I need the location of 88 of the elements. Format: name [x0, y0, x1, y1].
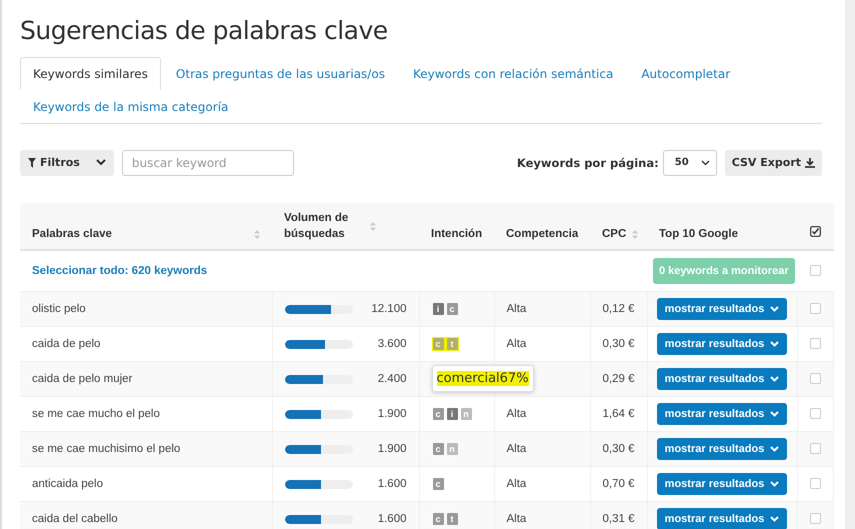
intent-badge: n	[446, 443, 458, 455]
cpc-cell: 0,30 €	[602, 443, 634, 455]
sort-icon[interactable]	[370, 222, 376, 230]
column-header: CPC	[602, 228, 626, 240]
chevron-icon	[700, 160, 710, 166]
chevron-icon	[770, 516, 780, 522]
show-results-button[interactable]: mostrar resultados	[656, 438, 788, 460]
csv-export-button[interactable]: CSV Export	[724, 150, 822, 176]
keyword-cell: caida de pelo mujer	[32, 373, 132, 385]
checkbox[interactable]	[810, 408, 821, 420]
column-header: Volumen de búsquedas	[284, 211, 350, 242]
chevron-icon	[770, 411, 780, 417]
keyword-cell: caida del cabello	[32, 513, 118, 525]
column-header: Competencia	[506, 228, 578, 240]
show-results-button[interactable]: mostrar resultados	[656, 508, 788, 529]
show-results-button[interactable]: mostrar resultados	[656, 368, 788, 390]
checkbox[interactable]	[810, 373, 821, 384]
select-all-link[interactable]: Seleccionar todo: 620 keywords	[32, 265, 208, 277]
sort-icon[interactable]	[254, 230, 260, 238]
competition-cell: Alta	[506, 303, 526, 315]
search-field[interactable]: buscar keyword	[122, 150, 294, 176]
column-header: Palabras clave	[32, 228, 112, 240]
intent-badge: t	[446, 338, 458, 350]
tab[interactable]: Keywords de la misma categoría	[20, 90, 242, 123]
chevron-icon	[770, 306, 780, 312]
per-page-label: Keywords por página:	[516, 156, 659, 170]
cpc-cell: 0,31 €	[602, 513, 634, 525]
cpc-cell: 0,12 €	[602, 303, 634, 315]
chevron-icon	[96, 159, 106, 166]
volume-cell: 1.600	[378, 513, 406, 525]
intent-badge: c	[432, 513, 444, 525]
tab[interactable]: Autocompletar	[628, 57, 744, 90]
competition-cell: Alta	[506, 478, 526, 490]
page-title: Sugerencias de palabras clave	[20, 15, 389, 47]
intent-badge: t	[446, 513, 458, 525]
volume-cell: 1.900	[378, 443, 406, 455]
column-header: Top 10 Google	[659, 228, 738, 240]
keyword-cell: olistic pelo	[32, 303, 86, 315]
intent-badge: c	[432, 338, 444, 350]
checkbox[interactable]	[810, 303, 821, 314]
tooltip: comercial67%	[432, 365, 534, 392]
intent-badge: i	[432, 303, 444, 315]
competition-cell: Alta	[506, 338, 526, 350]
cpc-cell: 0,30 €	[602, 338, 634, 350]
checkbox[interactable]	[810, 265, 821, 276]
keyword-cell: se me cae mucho el pelo	[32, 408, 160, 420]
checkbox[interactable]	[810, 478, 821, 490]
checkbox[interactable]	[810, 513, 821, 524]
checkbox-icon[interactable]	[810, 226, 821, 237]
checkbox[interactable]	[810, 443, 821, 454]
sort-icon[interactable]	[632, 230, 638, 238]
show-results-button[interactable]: mostrar resultados	[656, 403, 788, 425]
chevron-icon	[770, 446, 780, 452]
tab[interactable]: Keywords con relación semántica	[400, 57, 626, 90]
keyword-cell: caida de pelo	[32, 338, 100, 350]
cpc-cell: 0,29 €	[602, 373, 634, 385]
competition-cell: Alta	[506, 408, 526, 420]
checkbox[interactable]	[810, 338, 821, 350]
per-page-select[interactable]: 50	[662, 150, 717, 176]
intent-badge: c	[432, 443, 444, 455]
volume-cell: 3.600	[378, 338, 406, 350]
competition-cell: Alta	[506, 443, 526, 455]
volume-cell: 12.100	[371, 303, 406, 315]
intent-badge: c	[432, 408, 444, 420]
volume-cell: 1.900	[378, 408, 406, 420]
intent-badge: c	[446, 303, 458, 315]
tab[interactable]: Otras preguntas de las usuarias/os	[162, 57, 398, 90]
intent-badge: i	[446, 408, 458, 420]
show-results-button[interactable]: mostrar resultados	[656, 473, 788, 495]
download-icon	[805, 158, 815, 168]
intent-badge: c	[432, 478, 444, 490]
cpc-cell: 1,64 €	[602, 408, 634, 420]
competition-cell: Alta	[506, 513, 526, 525]
keyword-cell: se me cae muchisimo el pelo	[32, 443, 180, 455]
tab[interactable]: Keywords similares	[20, 57, 161, 90]
volume-cell: 2.400	[378, 373, 406, 385]
show-results-button[interactable]: mostrar resultados	[656, 333, 788, 355]
filter-button[interactable]: Filtros	[20, 150, 114, 176]
chevron-icon	[770, 481, 780, 487]
keyword-cell: anticaida pelo	[32, 478, 103, 490]
chevron-icon	[770, 341, 780, 347]
chevron-icon	[770, 376, 780, 382]
show-results-button[interactable]: mostrar resultados	[656, 298, 788, 320]
column-header: Intención	[431, 228, 482, 240]
volume-cell: 1.600	[378, 478, 406, 490]
cpc-cell: 0,70 €	[602, 478, 634, 490]
filter-icon	[28, 158, 36, 168]
intent-badge: n	[460, 408, 472, 420]
